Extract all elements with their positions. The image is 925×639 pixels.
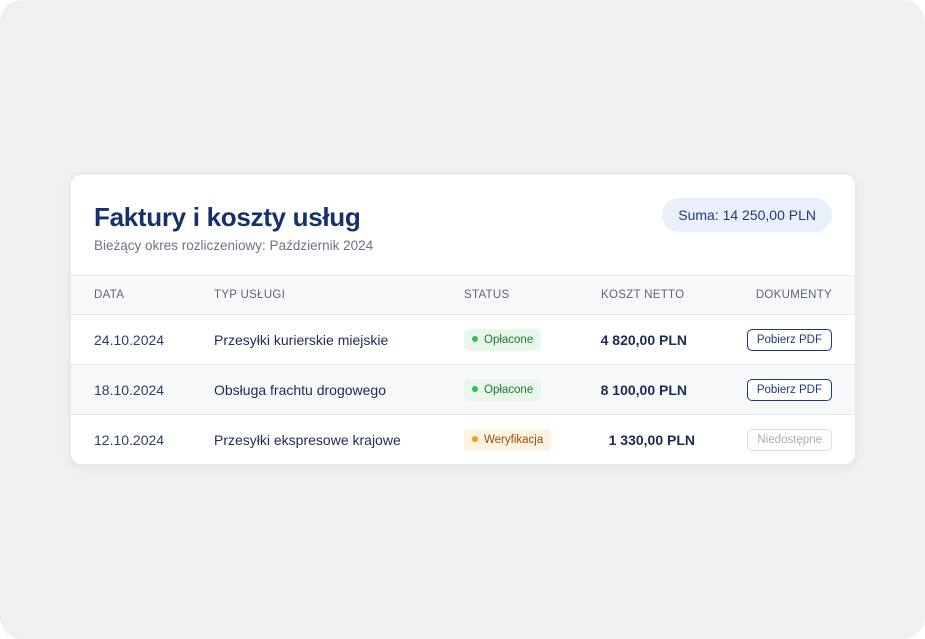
row-status: Opłacone (464, 379, 542, 401)
row-status: Opłacone (464, 329, 542, 351)
status-dot-icon (472, 436, 478, 442)
row-status: Weryfikacja (464, 429, 552, 451)
column-header-status: STATUS (464, 289, 510, 301)
invoices-card: Faktury i koszty usług Bieżący okres roz… (71, 175, 855, 464)
status-dot-icon (472, 386, 478, 392)
row-service-type: Przesyłki ekspresowe krajowe (214, 432, 401, 448)
download-pdf-button[interactable]: Pobierz PDF (746, 379, 832, 401)
document-unavailable-button: Niedostępne (747, 429, 832, 451)
column-header-cost: KOSZT NETTO (601, 289, 685, 301)
billing-period-subtitle: Bieżący okres rozliczeniowy: Październik… (94, 238, 374, 253)
row-net-cost: 8 100,00 PLN (600, 382, 687, 398)
table-row: 12.10.2024 Przesyłki ekspresowe krajowe … (71, 415, 855, 464)
status-badge-paid: Opłacone (464, 329, 542, 351)
row-date: 18.10.2024 (94, 382, 165, 398)
card-header: Faktury i koszty usług Bieżący okres roz… (71, 175, 855, 276)
status-label: Opłacone (484, 384, 534, 396)
page-background: Faktury i koszty usług Bieżący okres roz… (0, 0, 925, 639)
row-date: 24.10.2024 (94, 332, 165, 348)
page-title: Faktury i koszty usług (94, 202, 361, 232)
column-header-date: DATA (94, 289, 125, 301)
row-service-type: Przesyłki kurierskie miejskie (214, 332, 389, 348)
table-row: 24.10.2024 Przesyłki kurierskie miejskie… (71, 315, 855, 365)
download-pdf-button[interactable]: Pobierz PDF (746, 329, 832, 351)
status-label: Opłacone (484, 334, 534, 346)
row-net-cost: 4 820,00 PLN (600, 332, 687, 348)
table-row: 18.10.2024 Obsługa frachtu drogowego Opł… (71, 365, 855, 415)
row-service-type: Obsługa frachtu drogowego (214, 382, 386, 398)
column-header-type: TYP USŁUGI (214, 289, 286, 301)
total-sum-badge: Suma: 14 250,00 PLN (662, 198, 832, 232)
column-header-documents: DOKUMENTY (755, 289, 832, 301)
status-label: Weryfikacja (484, 434, 544, 446)
table-header: DATA TYP USŁUGI STATUS KOSZT NETTO DOKUM… (71, 276, 855, 315)
row-date: 12.10.2024 (94, 432, 165, 448)
row-net-cost: 1 330,00 PLN (608, 432, 695, 448)
status-badge-verification: Weryfikacja (464, 429, 552, 451)
status-dot-icon (472, 336, 478, 342)
status-badge-paid: Opłacone (464, 379, 542, 401)
